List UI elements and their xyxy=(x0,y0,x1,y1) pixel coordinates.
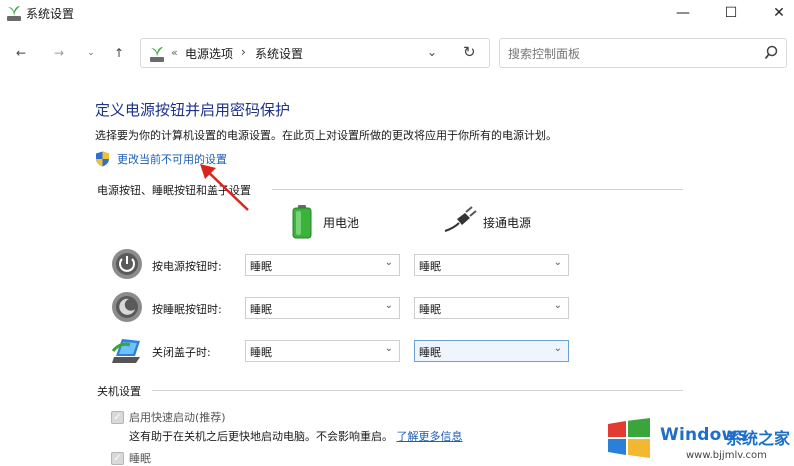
chevron-down-icon: ⌄ xyxy=(553,343,562,354)
close-button[interactable]: ✕ xyxy=(756,0,794,26)
lid-close-plugged-select[interactable]: 睡眠 ⌄ xyxy=(414,340,569,362)
select-value: 睡眠 xyxy=(250,346,272,359)
app-icon xyxy=(7,6,21,21)
chevron-down-icon: ⌄ xyxy=(384,257,393,268)
select-value: 睡眠 xyxy=(419,303,441,316)
red-arrow-annotation xyxy=(200,164,249,211)
fast-startup-description: 这有助于在关机之后更快地启动电脑。不会影响重启。 了解更多信息 xyxy=(129,428,463,444)
select-value: 睡眠 xyxy=(419,260,441,273)
navigation-bar: ← → ⌄ ↑ « 电源选项 › 系统设置 ⌄ ↻ 搜索控制面板 xyxy=(0,26,794,80)
battery-column-label: 用电池 xyxy=(323,216,360,230)
power-button-label: 按电源按钮时: xyxy=(152,260,222,273)
back-button[interactable]: ← xyxy=(10,42,32,64)
search-input[interactable]: 搜索控制面板 xyxy=(499,38,787,68)
watermark-url: www.bjjmlv.com xyxy=(686,450,767,461)
section-divider xyxy=(272,189,683,190)
chevron-down-icon: ⌄ xyxy=(553,300,562,311)
refresh-button[interactable]: ↻ xyxy=(463,43,476,61)
power-plug-icon xyxy=(444,206,477,232)
battery-icon xyxy=(292,205,312,239)
chevron-down-icon: ⌄ xyxy=(384,300,393,311)
search-placeholder: 搜索控制面板 xyxy=(508,47,581,61)
learn-more-link[interactable]: 了解更多信息 xyxy=(397,430,463,443)
sleep-label: 睡眠 xyxy=(129,452,151,465)
power-options-icon xyxy=(150,47,164,62)
windows-logo-icon xyxy=(608,418,650,458)
maximize-button[interactable]: ☐ xyxy=(708,0,754,26)
power-button-icon xyxy=(112,249,142,279)
select-value: 睡眠 xyxy=(250,260,272,273)
fast-startup-description-text: 这有助于在关机之后更快地启动电脑。不会影响重启。 xyxy=(129,430,393,443)
address-dropdown-button[interactable]: ⌄ xyxy=(427,45,437,59)
section-title-shutdown: 关机设置 xyxy=(97,385,141,398)
up-button[interactable]: ↑ xyxy=(108,42,130,64)
breadcrumb-system-settings[interactable]: 系统设置 xyxy=(255,45,303,62)
lid-close-label: 关闭盖子时: xyxy=(152,346,211,359)
chevron-down-icon: ⌄ xyxy=(384,343,393,354)
breadcrumb-separator[interactable]: › xyxy=(241,45,246,59)
recent-locations-button[interactable]: ⌄ xyxy=(80,42,102,64)
window-title: 系统设置 xyxy=(26,7,75,21)
forward-button[interactable]: → xyxy=(48,42,70,64)
title-bar: 系统设置 — ☐ ✕ xyxy=(0,0,794,26)
power-button-battery-select[interactable]: 睡眠 ⌄ xyxy=(245,254,400,276)
select-value: 睡眠 xyxy=(250,303,272,316)
sleep-button-plugged-select[interactable]: 睡眠 ⌄ xyxy=(414,297,569,319)
fast-startup-checkbox[interactable]: ✓ xyxy=(111,411,124,424)
address-bar[interactable]: « 电源选项 › 系统设置 ⌄ ↻ xyxy=(140,38,490,68)
select-value: 睡眠 xyxy=(419,346,441,359)
sleep-checkbox[interactable]: ✓ xyxy=(111,452,124,465)
chevron-down-icon: ⌄ xyxy=(553,257,562,268)
lid-close-battery-select[interactable]: 睡眠 ⌄ xyxy=(245,340,400,362)
plugged-in-column-label: 接通电源 xyxy=(483,216,532,230)
breadcrumb-power-options[interactable]: 电源选项 xyxy=(185,45,233,62)
sleep-button-battery-select[interactable]: 睡眠 ⌄ xyxy=(245,297,400,319)
uac-shield-icon xyxy=(96,151,109,167)
page-description: 选择要为你的计算机设置的电源设置。在此页上对设置所做的更改将应用于你所有的电源计… xyxy=(95,129,557,142)
power-button-plugged-select[interactable]: 睡眠 ⌄ xyxy=(414,254,569,276)
fast-startup-label: 启用快速启动(推荐) xyxy=(129,411,226,424)
breadcrumb-overflow[interactable]: « xyxy=(171,46,178,59)
sleep-button-icon xyxy=(112,292,142,322)
minimize-button[interactable]: — xyxy=(660,0,706,26)
sleep-button-label: 按睡眠按钮时: xyxy=(152,303,222,316)
watermark-brand-cn: 系统之家 xyxy=(726,429,791,448)
search-icon[interactable] xyxy=(764,45,778,61)
section-divider xyxy=(152,390,683,391)
page-title: 定义电源按钮并启用密码保护 xyxy=(95,101,291,119)
laptop-lid-icon xyxy=(111,339,140,363)
